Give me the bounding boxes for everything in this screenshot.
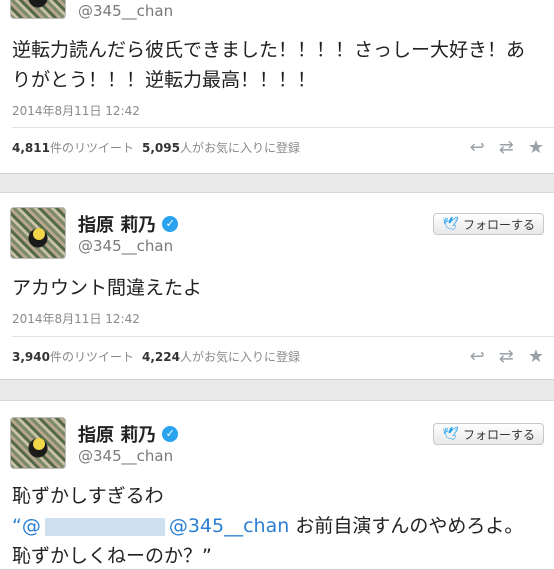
retweet-icon[interactable]: ⇄ [499, 346, 514, 367]
follow-button[interactable]: 🕊 フォローする [433, 423, 544, 445]
user-handle[interactable]: @345__chan [78, 447, 173, 465]
tweet-card-1: @345__chan 逆転力読んだら彼氏できました！！！！さっしー大好き！あ り… [0, 0, 554, 174]
reply-icon[interactable]: ↩ [470, 346, 485, 367]
tweet-text: 恥ずかしすぎるわ “@ @345__chan お前自演すんのやめろよ。 恥ずかしく… [12, 485, 524, 567]
redacted-username [44, 517, 165, 536]
tweet-stats: 3,940件のリツイート 4,224人がお気に入りに登録 ↩ ⇄ ★ [12, 336, 554, 375]
tweet-text: 逆転力読んだら彼氏できました！！！！さっしー大好き！あ りがとう！！！逆転力最高… [12, 39, 526, 91]
avatar[interactable] [10, 207, 66, 259]
verified-badge-icon: ✓ [162, 426, 179, 442]
follow-button[interactable]: 🕊 フォローする [433, 213, 544, 235]
user-handle[interactable]: @345__chan [78, 237, 173, 255]
reply-icon[interactable]: ↩ [470, 137, 485, 158]
user-name[interactable]: 指原 莉乃 ✓ [78, 211, 179, 237]
retweet-count[interactable]: 3,940件のリツイート [12, 348, 134, 365]
avatar[interactable] [10, 0, 66, 19]
twitter-bird-icon: 🕊 [442, 216, 459, 232]
tweet-actions: ↩ ⇄ ★ [470, 346, 544, 367]
tweet-stats: 4,811件のリツイート 5,095人がお気に入りに登録 ↩ ⇄ ★ [12, 127, 554, 166]
retweet-count[interactable]: 4,811件のリツイート [12, 139, 134, 156]
tweet-card-3: 指原 莉乃 ✓ @345__chan 🕊 フォローする 恥ずかしすぎるわ “@ @… [0, 400, 554, 570]
tweet-text: アカウント間違えたよ [12, 277, 203, 299]
retweet-icon[interactable]: ⇄ [499, 137, 514, 158]
tweet-card-2: 指原 莉乃 ✓ @345__chan 🕊 フォローする アカウント間違えたよ 2… [0, 192, 554, 380]
tweet-date[interactable]: 2014年8月11日 12:42 [12, 310, 140, 327]
user-handle[interactable]: @345__chan [78, 2, 173, 20]
verified-badge-icon: ✓ [162, 216, 179, 232]
tweet-date[interactable]: 2014年8月11日 12:42 [12, 102, 140, 119]
user-name[interactable]: 指原 莉乃 ✓ [78, 421, 179, 447]
star-icon[interactable]: ★ [528, 137, 544, 158]
tweet-actions: ↩ ⇄ ★ [470, 137, 544, 158]
star-icon[interactable]: ★ [528, 346, 544, 367]
favorite-count[interactable]: 5,095人がお気に入りに登録 [142, 139, 300, 156]
twitter-bird-icon: 🕊 [442, 426, 459, 442]
avatar[interactable] [10, 417, 66, 469]
favorite-count[interactable]: 4,224人がお気に入りに登録 [142, 348, 300, 365]
mention-link[interactable]: @345__chan [169, 515, 289, 537]
